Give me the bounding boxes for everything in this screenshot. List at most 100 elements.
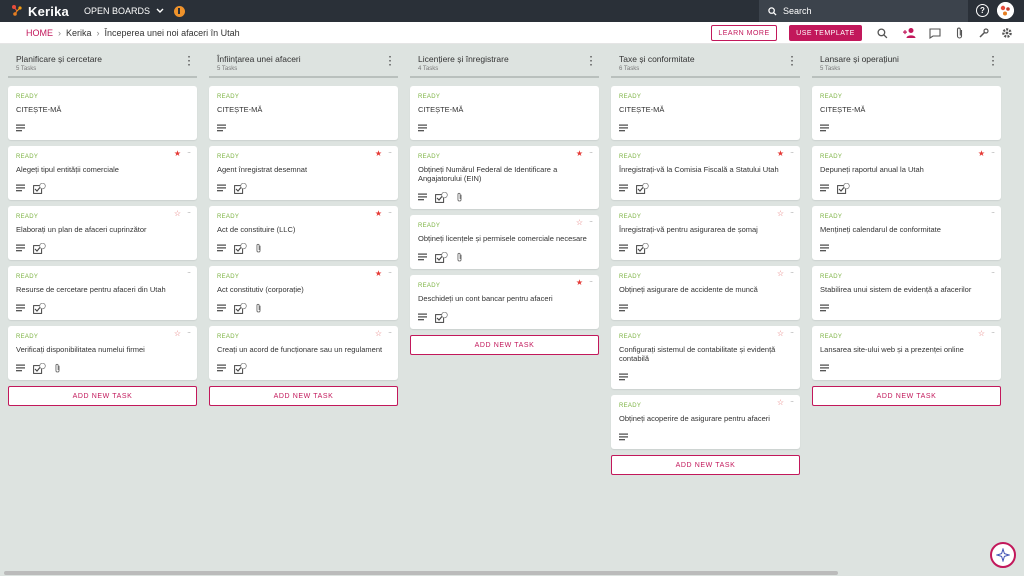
task-title[interactable]: Verificați disponibilitatea numelui firm… bbox=[16, 345, 189, 354]
star-icon[interactable]: ★ bbox=[777, 150, 784, 158]
task-card[interactable]: ☆... READY Obțineți licențele și permisele… bbox=[410, 215, 599, 269]
task-title[interactable]: Agent înregistrat desemnat bbox=[217, 165, 390, 174]
task-card[interactable]: READY CITEȘTE-MĂ bbox=[611, 86, 800, 140]
task-title[interactable]: CITEȘTE-MĂ bbox=[619, 105, 792, 114]
task-title[interactable]: Obțineți acoperire de asigurare pentru a… bbox=[619, 414, 792, 423]
task-card[interactable]: ★... READY Înregistrați-vă la Comisia Fisc… bbox=[611, 146, 800, 200]
task-card[interactable]: ... READY Resurse de cercetare pentru afac… bbox=[8, 266, 197, 320]
wrench-icon[interactable] bbox=[976, 26, 990, 40]
org-badge-icon[interactable] bbox=[173, 5, 185, 17]
task-title[interactable]: Depuneți raportul anual la Utah bbox=[820, 165, 993, 174]
task-card[interactable]: ★... READY Alegeți tipul entității comerci… bbox=[8, 146, 197, 200]
task-title[interactable]: Stabilirea unui sistem de evidență a afa… bbox=[820, 285, 993, 294]
task-card[interactable]: ☆... READY Elaborați un plan de afaceri cu… bbox=[8, 206, 197, 260]
task-card[interactable]: ★... READY Act constitutiv (corporație) bbox=[209, 266, 398, 320]
add-new-task-button[interactable]: ADD NEW TASK bbox=[812, 386, 1001, 406]
avatar[interactable] bbox=[997, 2, 1014, 19]
column-menu-icon[interactable]: · · · bbox=[389, 53, 392, 71]
column-title[interactable]: Lansare și operațiuni bbox=[820, 54, 1001, 64]
star-icon[interactable]: ☆ bbox=[777, 210, 784, 218]
add-new-task-button[interactable]: ADD NEW TASK bbox=[410, 335, 599, 355]
star-icon[interactable]: ☆ bbox=[174, 330, 181, 338]
search-input[interactable]: Search bbox=[759, 0, 968, 22]
task-card[interactable]: READY CITEȘTE-MĂ bbox=[8, 86, 197, 140]
task-card[interactable]: ☆... READY Obțineți asigurare de accidente… bbox=[611, 266, 800, 320]
more-icon[interactable]: ... bbox=[187, 148, 191, 155]
star-icon[interactable]: ★ bbox=[978, 150, 985, 158]
more-icon[interactable]: ... bbox=[991, 328, 995, 335]
more-icon[interactable]: ... bbox=[790, 328, 794, 335]
more-icon[interactable]: ... bbox=[790, 268, 794, 275]
star-icon[interactable]: ★ bbox=[375, 270, 382, 278]
star-icon[interactable]: ☆ bbox=[576, 219, 583, 227]
more-icon[interactable]: ... bbox=[991, 268, 995, 275]
help-icon[interactable]: ? bbox=[976, 4, 989, 17]
task-title[interactable]: Resurse de cercetare pentru afaceri din … bbox=[16, 285, 189, 294]
more-icon[interactable]: ... bbox=[991, 148, 995, 155]
task-title[interactable]: Act constitutiv (corporație) bbox=[217, 285, 390, 294]
column-title[interactable]: Licențiere și înregistrare bbox=[418, 54, 599, 64]
task-card[interactable]: ★... READY Agent înregistrat desemnat bbox=[209, 146, 398, 200]
task-title[interactable]: CITEȘTE-MĂ bbox=[418, 105, 591, 114]
open-boards-menu[interactable]: OPEN BOARDS bbox=[84, 6, 164, 16]
task-title[interactable]: CITEȘTE-MĂ bbox=[820, 105, 993, 114]
star-icon[interactable]: ★ bbox=[375, 150, 382, 158]
star-icon[interactable]: ★ bbox=[576, 150, 583, 158]
column-menu-icon[interactable]: · · · bbox=[791, 53, 794, 71]
task-card[interactable]: ★... READY Obțineți Numărul Federal de Ide… bbox=[410, 146, 599, 209]
star-icon[interactable]: ★ bbox=[174, 150, 181, 158]
task-card[interactable]: READY CITEȘTE-MĂ bbox=[209, 86, 398, 140]
more-icon[interactable]: ... bbox=[388, 268, 392, 275]
more-icon[interactable]: ... bbox=[991, 208, 995, 215]
task-card[interactable]: ☆... READY Creați un acord de funcționare … bbox=[209, 326, 398, 380]
task-card[interactable]: ... READY Mențineți calendarul de conformi… bbox=[812, 206, 1001, 260]
add-new-task-button[interactable]: ADD NEW TASK bbox=[8, 386, 197, 406]
star-icon[interactable]: ☆ bbox=[375, 330, 382, 338]
more-icon[interactable]: ... bbox=[589, 277, 593, 284]
column-menu-icon[interactable]: · · · bbox=[590, 53, 593, 71]
task-card[interactable]: ★... READY Deschideți un cont bancar pentr… bbox=[410, 275, 599, 329]
breadcrumb-home[interactable]: HOME bbox=[26, 28, 53, 38]
add-new-task-button[interactable]: ADD NEW TASK bbox=[209, 386, 398, 406]
column-title[interactable]: Taxe și conformitate bbox=[619, 54, 800, 64]
task-title[interactable]: Act de constituire (LLC) bbox=[217, 225, 390, 234]
star-icon[interactable]: ★ bbox=[576, 279, 583, 287]
chat-icon[interactable] bbox=[928, 26, 942, 40]
task-title[interactable]: Mențineți calendarul de conformitate bbox=[820, 225, 993, 234]
gear-icon[interactable] bbox=[1000, 26, 1014, 40]
learn-more-button[interactable]: LEARN MORE bbox=[711, 25, 777, 41]
task-title[interactable]: Obțineți Numărul Federal de Identificare… bbox=[418, 165, 591, 183]
task-title[interactable]: Obțineți asigurare de accidente de muncă bbox=[619, 285, 792, 294]
task-card[interactable]: READY CITEȘTE-MĂ bbox=[812, 86, 1001, 140]
task-title[interactable]: Lansarea site-ului web și a prezenței on… bbox=[820, 345, 993, 354]
task-card[interactable]: READY CITEȘTE-MĂ bbox=[410, 86, 599, 140]
task-card[interactable]: ☆... READY Configurați sistemul de contabi… bbox=[611, 326, 800, 389]
add-person-icon[interactable] bbox=[903, 26, 917, 40]
task-card[interactable]: ★... READY Act de constituire (LLC) bbox=[209, 206, 398, 260]
more-icon[interactable]: ... bbox=[790, 208, 794, 215]
column-title[interactable]: Înființarea unei afaceri bbox=[217, 54, 398, 64]
task-title[interactable]: CITEȘTE-MĂ bbox=[16, 105, 189, 114]
more-icon[interactable]: ... bbox=[388, 148, 392, 155]
task-title[interactable]: Deschideți un cont bancar pentru afaceri bbox=[418, 294, 591, 303]
column-menu-icon[interactable]: · · · bbox=[188, 53, 191, 71]
kerika-logo[interactable]: Kerika bbox=[10, 4, 69, 19]
more-icon[interactable]: ... bbox=[589, 148, 593, 155]
column-menu-icon[interactable]: · · · bbox=[992, 53, 995, 71]
more-icon[interactable]: ... bbox=[388, 208, 392, 215]
task-title[interactable]: Configurați sistemul de contabilitate și… bbox=[619, 345, 792, 363]
star-icon[interactable]: ☆ bbox=[978, 330, 985, 338]
column-title[interactable]: Planificare și cercetare bbox=[16, 54, 197, 64]
task-card[interactable]: ★... READY Depuneți raportul anual la Utah bbox=[812, 146, 1001, 200]
assistant-sparkle-icon[interactable] bbox=[990, 542, 1016, 568]
more-icon[interactable]: ... bbox=[388, 328, 392, 335]
task-card[interactable]: ☆... READY Lansarea site-ului web și a pre… bbox=[812, 326, 1001, 380]
task-card[interactable]: ☆... READY Verificați disponibilitatea num… bbox=[8, 326, 197, 380]
task-card[interactable]: ☆... READY Înregistrați-vă pentru asigurar… bbox=[611, 206, 800, 260]
more-icon[interactable]: ... bbox=[790, 397, 794, 404]
task-title[interactable]: Elaborați un plan de afaceri cuprinzător bbox=[16, 225, 189, 234]
breadcrumb-org[interactable]: Kerika bbox=[66, 28, 92, 38]
search-icon[interactable] bbox=[875, 26, 889, 40]
more-icon[interactable]: ... bbox=[187, 328, 191, 335]
more-icon[interactable]: ... bbox=[187, 208, 191, 215]
